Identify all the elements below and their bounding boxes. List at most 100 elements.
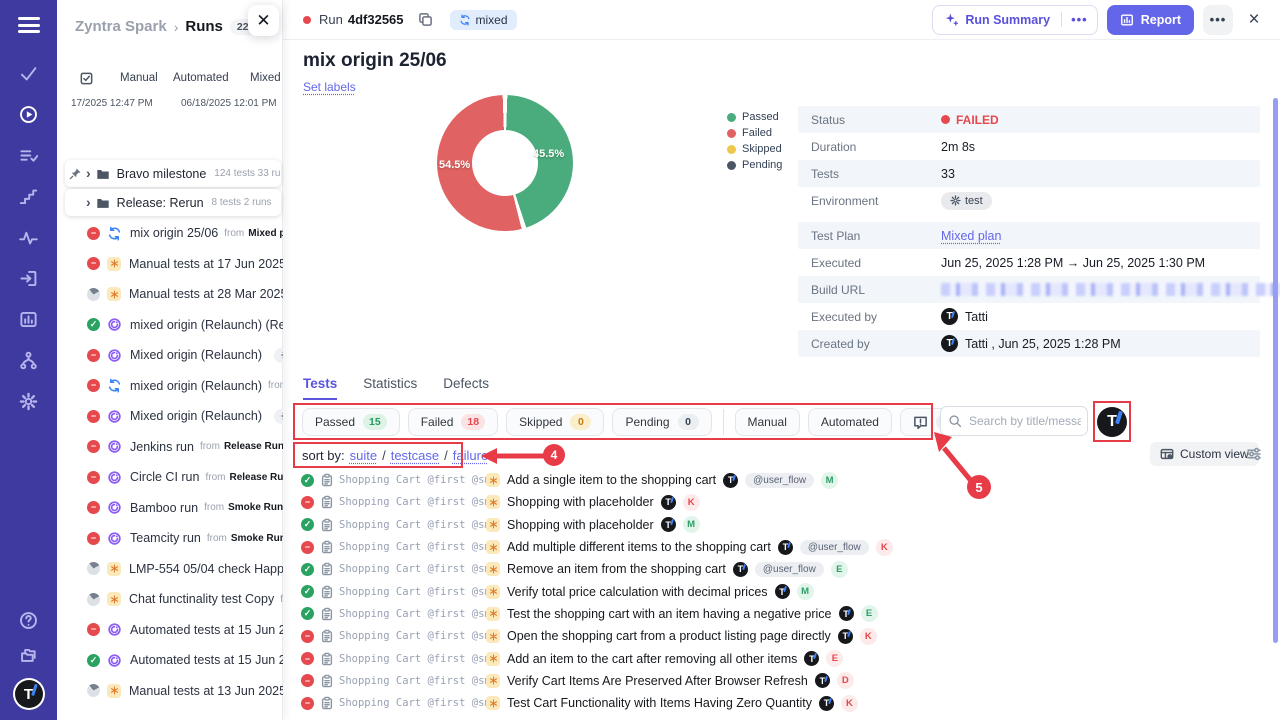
test-row[interactable]: −Shopping Cart @first @sm...Shopping wit… xyxy=(295,491,1275,513)
filter-skipped-button[interactable]: Skipped0 xyxy=(506,408,604,436)
run-origin-badge[interactable]: mixed xyxy=(450,10,517,30)
test-suite-label[interactable]: Shopping Cart @first @sm... xyxy=(339,586,486,598)
test-title[interactable]: Test the shopping cart with an item havi… xyxy=(507,607,832,621)
breadcrumb-project[interactable]: Zyntra Spark xyxy=(75,18,167,35)
chevron-right-icon[interactable]: › xyxy=(86,194,91,210)
legend-item[interactable]: Failed xyxy=(727,127,782,139)
custom-view-button[interactable]: Custom view xyxy=(1150,442,1259,466)
filter-manual-button[interactable]: Manual xyxy=(735,408,800,436)
runs-column-mixed[interactable]: Mixed xyxy=(250,72,281,84)
test-suite-label[interactable]: Shopping Cart @first @sm... xyxy=(339,563,486,575)
test-suite-label[interactable]: Shopping Cart @first @sm... xyxy=(339,697,486,709)
test-title[interactable]: Open the shopping cart from a product li… xyxy=(507,629,831,643)
filter-automated-button[interactable]: Automated xyxy=(808,408,892,436)
test-plan-link[interactable]: Mixed plan xyxy=(941,229,1001,243)
legend-item[interactable]: Skipped xyxy=(727,143,782,155)
sign-in-icon[interactable] xyxy=(19,268,39,288)
test-row[interactable]: −Shopping Cart @first @sm...Add multiple… xyxy=(295,536,1275,558)
activity-icon[interactable] xyxy=(19,227,39,247)
run-list-item[interactable]: −Mixed origin (Relaunch)te xyxy=(57,401,283,432)
test-suite-label[interactable]: Shopping Cart @first @sm... xyxy=(339,496,486,508)
test-row[interactable]: −Shopping Cart @first @sm...Test Cart Fu… xyxy=(295,692,1275,714)
test-title[interactable]: Shopping with placeholder xyxy=(507,495,654,509)
test-title[interactable]: Verify Cart Items Are Preserved After Br… xyxy=(507,674,808,688)
steps-icon[interactable] xyxy=(19,186,39,206)
legend-item[interactable]: Passed xyxy=(727,111,782,123)
test-row[interactable]: −Shopping Cart @first @sm...Add an item … xyxy=(295,647,1275,669)
set-labels-link[interactable]: Set labels xyxy=(303,80,356,94)
sidebar-user-avatar[interactable]: T xyxy=(15,680,43,708)
tab-defects[interactable]: Defects xyxy=(443,376,489,400)
play-circle-icon[interactable] xyxy=(19,104,39,124)
scrollbar[interactable] xyxy=(1273,98,1278,643)
tab-statistics[interactable]: Statistics xyxy=(363,376,417,400)
more-actions-button[interactable]: ••• xyxy=(1203,5,1233,35)
run-list-item[interactable]: −Mixed origin (Relaunch)te xyxy=(57,340,283,371)
chevron-right-icon[interactable]: › xyxy=(86,165,91,181)
test-row[interactable]: ✓Shopping Cart @first @sm...Verify total… xyxy=(295,580,1275,602)
test-title[interactable]: Remove an item from the shopping cart xyxy=(507,562,726,576)
test-title[interactable]: Test Cart Functionality with Items Havin… xyxy=(507,696,812,710)
run-list-item[interactable]: Manual tests at 28 Mar 2025 0 xyxy=(57,279,283,310)
sort-option-suite[interactable]: suite xyxy=(350,448,377,463)
menu-icon[interactable] xyxy=(18,17,40,33)
run-list-item[interactable]: −Bamboo runfromSmoke Run xyxy=(57,493,283,524)
gear-icon[interactable] xyxy=(19,391,39,411)
bar-chart-icon[interactable] xyxy=(19,309,39,329)
branch-icon[interactable] xyxy=(19,350,39,370)
close-icon[interactable]: × xyxy=(1242,8,1266,32)
check-icon[interactable] xyxy=(19,63,39,83)
run-list-item[interactable]: Chat functinality test Copyfrom xyxy=(57,584,283,615)
list-check-icon[interactable] xyxy=(19,145,39,165)
run-list-item[interactable]: −Automated tests at 15 Jun 2025 xyxy=(57,615,283,646)
run-list-item[interactable]: −mix origin 25/06fromMixed plan xyxy=(57,218,283,249)
breadcrumb-section[interactable]: Runs xyxy=(185,18,223,35)
runs-column-manual[interactable]: Manual xyxy=(120,72,158,84)
test-row[interactable]: ✓Shopping Cart @first @sm...Remove an it… xyxy=(295,558,1275,580)
test-suite-label[interactable]: Shopping Cart @first @sm... xyxy=(339,608,486,620)
test-suite-label[interactable]: Shopping Cart @first @sm... xyxy=(339,519,486,531)
test-row[interactable]: −Shopping Cart @first @sm...Verify Cart … xyxy=(295,670,1275,692)
run-list-item[interactable]: Manual tests at 13 Jun 2025 12 xyxy=(57,676,283,707)
run-list-item[interactable]: −Manual tests at 17 Jun 2025 10 xyxy=(57,249,283,280)
run-summary-button[interactable]: Run Summary ••• xyxy=(932,5,1097,35)
run-from-target[interactable]: Smoke Run xyxy=(228,502,283,513)
run-from-target[interactable]: Mixed plan xyxy=(248,228,283,239)
test-suite-label[interactable]: Shopping Cart @first @sm... xyxy=(339,653,486,665)
filter-settings-icon[interactable] xyxy=(1245,446,1263,464)
tab-tests[interactable]: Tests xyxy=(303,376,337,400)
test-title[interactable]: Add multiple different items to the shop… xyxy=(507,540,771,554)
test-suite-label[interactable]: Shopping Cart @first @sm... xyxy=(339,474,486,486)
test-title[interactable]: Shopping with placeholder xyxy=(507,518,654,532)
run-from-target[interactable]: Release Run 1.0 xyxy=(229,472,283,483)
test-suite-label[interactable]: Shopping Cart @first @sm... xyxy=(339,630,486,642)
run-list-item[interactable]: LMP-554 05/04 check Happy P xyxy=(57,554,283,585)
legend-item[interactable]: Pending xyxy=(727,159,782,171)
run-from-target[interactable]: Release Run 1.0 xyxy=(224,441,283,452)
test-row[interactable]: ✓Shopping Cart @first @sm...Add a single… xyxy=(295,469,1275,491)
run-summary-more-icon[interactable]: ••• xyxy=(1061,12,1097,27)
test-suite-label[interactable]: Shopping Cart @first @sm... xyxy=(339,675,486,687)
filter-passed-button[interactable]: Passed15 xyxy=(302,408,400,436)
filter-pending-button[interactable]: Pending0 xyxy=(612,408,711,436)
folder-row[interactable]: ›Bravo milestone124 tests 33 runs xyxy=(65,160,281,187)
select-runs-icon[interactable] xyxy=(79,71,94,86)
sort-option-testcase[interactable]: testcase xyxy=(391,448,439,463)
test-suite-label[interactable]: Shopping Cart @first @sm... xyxy=(339,541,486,553)
copy-icon[interactable] xyxy=(418,12,434,28)
run-list-item[interactable]: −mixed origin (Relaunch)fromMi xyxy=(57,371,283,402)
test-title[interactable]: Verify total price calculation with deci… xyxy=(507,585,768,599)
test-row[interactable]: −Shopping Cart @first @sm...Open the sho… xyxy=(295,625,1275,647)
close-panel-button[interactable]: ✕ xyxy=(248,5,279,36)
run-list-item[interactable]: −Teamcity runfromSmoke Run xyxy=(57,523,283,554)
test-title[interactable]: Add an item to the cart after removing a… xyxy=(507,652,797,666)
test-title[interactable]: Add a single item to the shopping cart xyxy=(507,473,716,487)
test-row[interactable]: ✓Shopping Cart @first @sm...Shopping wit… xyxy=(295,514,1275,536)
run-list-item[interactable]: −Jenkins runfromRelease Run 1.0 xyxy=(57,432,283,463)
filter-failed-button[interactable]: Failed18 xyxy=(408,408,498,436)
run-list-item[interactable]: ✓mixed origin (Relaunch) (Relaun xyxy=(57,310,283,341)
folders-icon[interactable] xyxy=(19,645,39,665)
runs-column-automated[interactable]: Automated xyxy=(173,72,229,84)
user-avatar[interactable]: T xyxy=(1097,407,1127,437)
report-button[interactable]: Report xyxy=(1107,5,1194,35)
